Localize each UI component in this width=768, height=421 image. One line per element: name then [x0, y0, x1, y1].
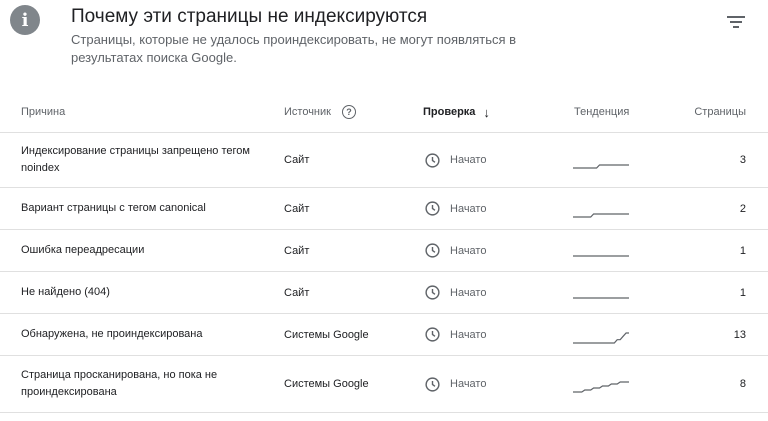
row-trend-sparkline — [572, 133, 630, 187]
row-reason: Не найдено (404) — [21, 286, 110, 298]
table-row[interactable]: Страница просканирована, но пока не прои… — [0, 356, 768, 413]
column-header-check[interactable]: Проверка ↓ — [423, 92, 490, 132]
row-pages-count: 1 — [739, 244, 746, 257]
row-pages-count: 13 — [733, 328, 746, 341]
column-header-reason[interactable]: Причина — [21, 92, 65, 132]
column-header-source[interactable]: Источник ? — [284, 92, 356, 132]
table-row[interactable]: Индексирование страницы запрещено тегом … — [0, 133, 768, 188]
table-row[interactable]: Ошибка переадресации Сайт Начато 1 — [0, 230, 768, 272]
row-check-label: Начато — [450, 244, 487, 257]
row-pages-count: 1 — [739, 286, 746, 299]
clock-icon — [425, 376, 440, 392]
table-row[interactable]: Обнаружена, не проиндексирована Системы G… — [0, 314, 768, 356]
row-pages-count: 8 — [739, 378, 746, 390]
sparkline-line — [573, 381, 629, 393]
row-trend-sparkline — [572, 188, 630, 229]
table-row[interactable]: Не найдено (404) Сайт Начато 1 — [0, 272, 768, 314]
row-reason: Ошибка переадресации — [21, 244, 145, 256]
row-source: Сайт — [284, 286, 310, 299]
column-header-pages[interactable]: Страницы — [694, 92, 746, 132]
row-check-label: Начато — [450, 202, 487, 215]
row-pages-count: 3 — [739, 154, 746, 166]
row-source: Сайт — [284, 154, 310, 166]
row-check-status: Начато — [424, 230, 486, 271]
row-trend-sparkline — [572, 314, 630, 355]
row-check-status: Начато — [424, 314, 486, 355]
row-check-status: Начато — [424, 272, 486, 313]
column-header-pages-label: Страницы — [694, 106, 746, 118]
clock-icon — [425, 285, 440, 300]
column-header-source-label: Источник — [284, 106, 331, 118]
table-row[interactable]: Вариант страницы с тегом canonical Сайт На… — [0, 188, 768, 230]
clock-icon — [425, 327, 440, 342]
column-header-reason-label: Причина — [21, 106, 66, 118]
help-icon[interactable]: ? — [341, 105, 356, 119]
clock-icon — [425, 152, 440, 168]
row-trend-sparkline — [572, 272, 630, 313]
table-header: Причина Источник ? Проверка ↓ Тенденция … — [0, 92, 768, 133]
sparkline-line — [573, 212, 629, 218]
row-reason: Индексирование страницы запрещено тегом … — [21, 145, 250, 174]
column-header-check-label: Проверка — [423, 106, 476, 118]
row-check-label: Начато — [450, 328, 487, 341]
row-check-label: Начато — [450, 286, 487, 299]
filter-icon[interactable] — [726, 14, 746, 30]
info-icon: i — [10, 5, 40, 35]
clock-icon — [425, 243, 440, 258]
row-pages-count: 2 — [739, 202, 746, 215]
sparkline-line — [573, 164, 629, 169]
card-subtitle: Страницы, которые не удалось проиндексир… — [71, 32, 517, 65]
row-reason: Вариант страницы с тегом canonical — [21, 202, 206, 214]
clock-icon — [425, 201, 440, 216]
issues-table-body: Индексирование страницы запрещено тегом … — [0, 133, 768, 413]
row-source: Сайт — [284, 244, 310, 257]
row-trend-sparkline — [572, 356, 630, 412]
column-header-trend: Тенденция — [574, 92, 629, 132]
issues-card-header: i Почему эти страницы не индексируются С… — [0, 0, 768, 92]
row-reason: Обнаружена, не проиндексирована — [21, 328, 203, 340]
row-trend-sparkline — [572, 230, 630, 271]
row-check-label: Начато — [450, 154, 487, 166]
row-check-status: Начато — [424, 356, 486, 412]
row-source: Системы Google — [284, 378, 369, 390]
sort-down-arrow-icon: ↓ — [483, 104, 490, 120]
card-title: Почему эти страницы не индексируются — [71, 6, 428, 27]
sparkline-line — [573, 331, 629, 344]
row-source: Системы Google — [284, 328, 369, 341]
row-reason: Страница просканирована, но пока не прои… — [21, 369, 218, 398]
row-check-label: Начато — [450, 378, 487, 390]
row-source: Сайт — [284, 202, 310, 215]
row-check-status: Начато — [424, 188, 486, 229]
column-header-trend-label: Тенденция — [574, 106, 630, 118]
row-check-status: Начато — [424, 133, 486, 187]
